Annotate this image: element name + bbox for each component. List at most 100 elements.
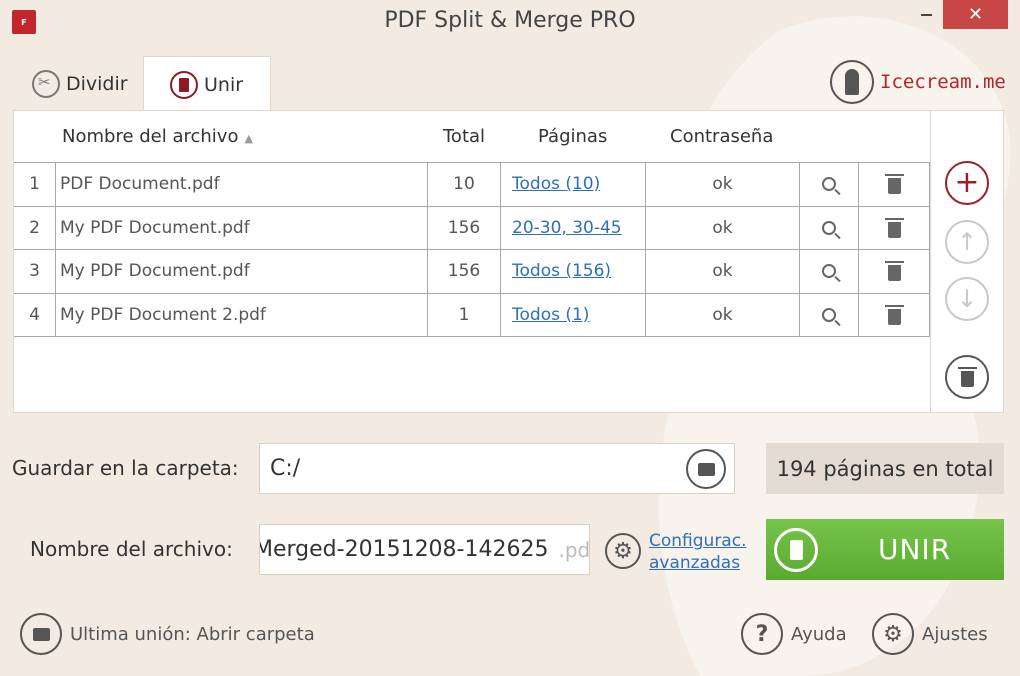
preview-button[interactable]: [800, 206, 859, 249]
row-pages-link[interactable]: Todos (10): [512, 174, 600, 194]
row-pages-cell: Todos (1): [501, 293, 646, 336]
row-filename: PDF Document.pdf: [56, 163, 428, 206]
sort-asc-icon: ▲: [244, 132, 253, 145]
filename-input[interactable]: Merged-20151208-142625 .pdf: [259, 524, 590, 575]
row-number: 3: [14, 250, 56, 293]
header-name[interactable]: Nombre del archivo ▲: [62, 126, 253, 147]
filename-extension: .pdf: [558, 537, 590, 562]
total-pages-summary: 194 páginas en total: [766, 443, 1004, 494]
table-actions: + ↑ ↓: [930, 111, 1003, 412]
row-pages-cell: 20-30, 30-45: [501, 206, 646, 249]
trash-icon: [884, 217, 904, 238]
row-number: 1: [14, 163, 56, 206]
plus-icon: +: [954, 165, 980, 200]
settings-button[interactable]: ⚙ Ajustes: [872, 612, 988, 656]
delete-row-button[interactable]: [859, 163, 930, 206]
folder-icon: [20, 613, 62, 655]
merge-button-label: UNIR: [878, 533, 952, 566]
table-row[interactable]: 1 PDF Document.pdf 10 Todos (10) ok: [14, 163, 930, 207]
filename-value: Merged-20151208-142625: [259, 537, 549, 562]
preview-button[interactable]: [800, 163, 859, 206]
tab-dividir[interactable]: Dividir: [22, 56, 142, 112]
row-pages-link[interactable]: 20-30, 30-45: [512, 218, 622, 238]
title-bar: ꜰ PDF Split & Merge PRO ✕: [0, 0, 1020, 44]
app-window: ꜰ PDF Split & Merge PRO ✕ Dividir Unir I…: [0, 0, 1020, 676]
folder-input[interactable]: C:/: [259, 443, 735, 494]
row-password: ok: [646, 293, 800, 336]
row-password: ok: [646, 206, 800, 249]
folder-label: Guardar en la carpeta:: [12, 456, 239, 480]
question-icon: ?: [741, 613, 783, 655]
row-total: 10: [428, 163, 501, 206]
tab-unir-label: Unir: [204, 73, 244, 96]
delete-row-button[interactable]: [859, 250, 930, 293]
row-number: 4: [14, 293, 56, 336]
table-row[interactable]: 2 My PDF Document.pdf 156 20-30, 30-45 o…: [14, 206, 930, 250]
move-down-button[interactable]: ↓: [945, 277, 989, 321]
arrow-down-icon: ↓: [956, 285, 978, 313]
header-pages[interactable]: Páginas: [538, 126, 607, 147]
preview-button[interactable]: [800, 293, 859, 336]
advanced-settings-button[interactable]: ⚙: [605, 533, 641, 569]
merge-icon: [774, 527, 818, 572]
merge-button[interactable]: UNIR: [766, 519, 1004, 580]
filename-label: Nombre del archivo:: [30, 537, 233, 561]
row-filename: My PDF Document.pdf: [56, 206, 428, 249]
trash-icon: [957, 367, 977, 387]
header-total[interactable]: Total: [443, 126, 485, 147]
close-button[interactable]: ✕: [943, 0, 1008, 29]
help-label: Ayuda: [791, 623, 847, 645]
trash-icon: [884, 174, 904, 195]
trash-icon: [884, 261, 904, 282]
table-row[interactable]: 3 My PDF Document.pdf 156 Todos (156) ok: [14, 250, 930, 294]
table-header: Nombre del archivo ▲ Total Páginas Contra…: [14, 111, 930, 163]
file-rows: 1 PDF Document.pdf 10 Todos (10) ok 2 My…: [14, 162, 930, 337]
brand-label: Icecream.me: [880, 71, 1006, 93]
magnifier-icon: [822, 220, 836, 235]
header-password[interactable]: Contraseña: [670, 126, 773, 147]
advanced-link-line2: avanzadas: [649, 553, 741, 573]
trash-icon: [884, 304, 904, 325]
delete-row-button[interactable]: [859, 206, 930, 249]
table-row[interactable]: 4 My PDF Document 2.pdf 1 Todos (1) ok: [14, 293, 930, 337]
gear-icon: ⚙: [872, 613, 914, 655]
window-title: PDF Split & Merge PRO: [384, 8, 636, 33]
row-pages-link[interactable]: Todos (156): [512, 261, 611, 281]
preview-button[interactable]: [800, 250, 859, 293]
row-total: 156: [428, 206, 501, 249]
help-button[interactable]: ? Ayuda: [741, 612, 847, 656]
gear-icon: ⚙: [613, 538, 633, 564]
tab-unir[interactable]: Unir: [143, 56, 271, 112]
row-total: 1: [428, 293, 501, 336]
row-filename: My PDF Document.pdf: [56, 250, 428, 293]
row-pages-link[interactable]: Todos (1): [512, 305, 589, 325]
file-table-panel: Nombre del archivo ▲ Total Páginas Contra…: [13, 110, 1004, 413]
settings-label: Ajustes: [922, 623, 988, 645]
arrow-up-icon: ↑: [956, 228, 978, 256]
scissors-icon: [32, 70, 60, 98]
move-up-button[interactable]: ↑: [945, 220, 989, 264]
add-file-button[interactable]: +: [945, 161, 989, 205]
last-merge-link[interactable]: Ultima unión: Abrir carpeta: [20, 612, 315, 656]
row-password: ok: [646, 250, 800, 293]
row-pages-cell: Todos (10): [501, 163, 646, 206]
tab-dividir-label: Dividir: [66, 73, 128, 95]
clear-all-button[interactable]: [945, 355, 989, 399]
icecream-link[interactable]: Icecream.me: [830, 60, 1006, 104]
icecream-icon: [830, 60, 874, 104]
row-password: ok: [646, 163, 800, 206]
magnifier-icon: [822, 177, 836, 192]
delete-row-button[interactable]: [859, 293, 930, 336]
merge-icon: [170, 70, 198, 99]
minimize-button[interactable]: [917, 0, 943, 26]
row-total: 156: [428, 250, 501, 293]
magnifier-icon: [822, 307, 836, 322]
advanced-settings-link[interactable]: Configurac. avanzadas: [649, 530, 749, 574]
folder-value: C:/: [270, 456, 301, 481]
browse-folder-button[interactable]: [686, 449, 726, 489]
row-filename: My PDF Document 2.pdf: [56, 293, 428, 336]
row-number: 2: [14, 206, 56, 249]
magnifier-icon: [822, 264, 836, 279]
last-merge-label: Ultima unión: Abrir carpeta: [70, 623, 315, 645]
row-pages-cell: Todos (156): [501, 250, 646, 293]
